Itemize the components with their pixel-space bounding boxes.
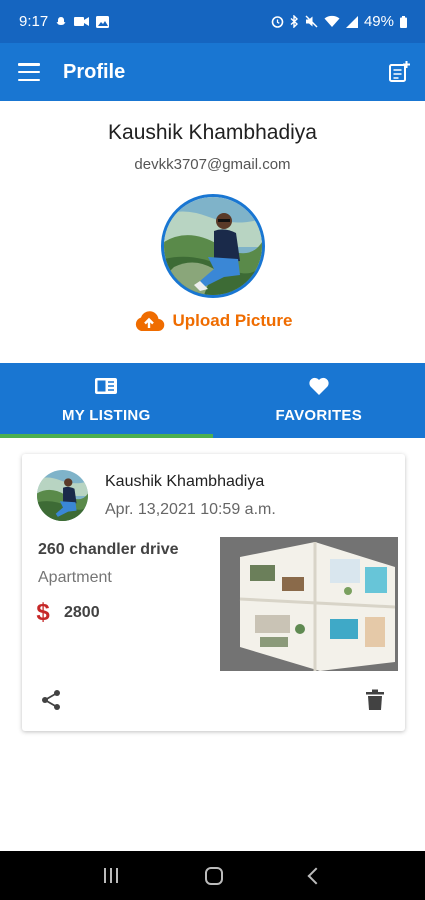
upload-picture-label: Upload Picture [172, 311, 293, 330]
listing-icon [95, 378, 118, 394]
status-left: 9:17 [19, 13, 110, 30]
profile-photo [164, 197, 262, 295]
signal-icon [345, 15, 358, 28]
share-icon[interactable] [40, 689, 62, 711]
snapchat-icon [56, 16, 66, 25]
note-add-icon[interactable] [387, 60, 411, 84]
back-icon[interactable] [307, 867, 324, 884]
floorplan-image [220, 537, 398, 671]
user-photo [37, 470, 88, 521]
listing-user-name: Kaushik Khambhadiya [105, 473, 265, 490]
profile-avatar[interactable] [161, 194, 265, 298]
listing-type: Apartment [38, 569, 112, 586]
status-time: 9:17 [19, 13, 49, 30]
avatar [37, 470, 88, 521]
profile-email: devkk3707@gmail.com [134, 156, 291, 173]
listing-image[interactable] [220, 537, 398, 671]
home-icon[interactable] [204, 866, 223, 885]
tab-my-listing[interactable]: MY LISTING [0, 363, 213, 438]
alarm-icon [271, 16, 284, 28]
menu-icon[interactable] [18, 63, 40, 81]
image-icon [96, 15, 110, 28]
profile-name: Kaushik Khambhadiya [108, 121, 317, 144]
video-icon [74, 17, 90, 26]
bluetooth-icon [290, 15, 298, 28]
cloud-upload-icon [135, 311, 164, 332]
tab-favorites[interactable]: FAVORITES [213, 363, 425, 438]
status-right: 49% [271, 13, 407, 30]
status-bar: 9:17 49% [0, 0, 425, 43]
app-bar: Profile [0, 43, 425, 101]
price-row: $ 2800 [34, 599, 100, 627]
recents-icon[interactable] [103, 868, 118, 883]
page-title: Profile [63, 60, 126, 83]
listing-title: 260 chandler drive [38, 541, 179, 558]
tab-bar: MY LISTING FAVORITES [0, 363, 425, 438]
tab-indicator [0, 434, 213, 438]
tab-label: FAVORITES [275, 407, 363, 424]
listing-card[interactable]: Kaushik Khambhadiya Apr. 13,2021 10:59 a… [22, 454, 405, 731]
tab-label: MY LISTING [61, 407, 151, 424]
profile-section: Kaushik Khambhadiya devkk3707@gmail.com … [0, 101, 425, 363]
battery-percentage: 49% [363, 13, 394, 30]
mute-icon [305, 15, 318, 28]
listing-date: Apr. 13,2021 10:59 a.m. [105, 501, 276, 518]
system-nav-bar [0, 851, 425, 900]
heart-icon [309, 377, 329, 395]
upload-picture-button[interactable]: Upload Picture [0, 309, 425, 333]
dollar-icon: $ [36, 599, 50, 626]
battery-icon [400, 15, 407, 28]
wifi-icon [324, 15, 340, 27]
delete-icon[interactable] [365, 689, 385, 711]
listing-price: 2800 [64, 604, 100, 621]
